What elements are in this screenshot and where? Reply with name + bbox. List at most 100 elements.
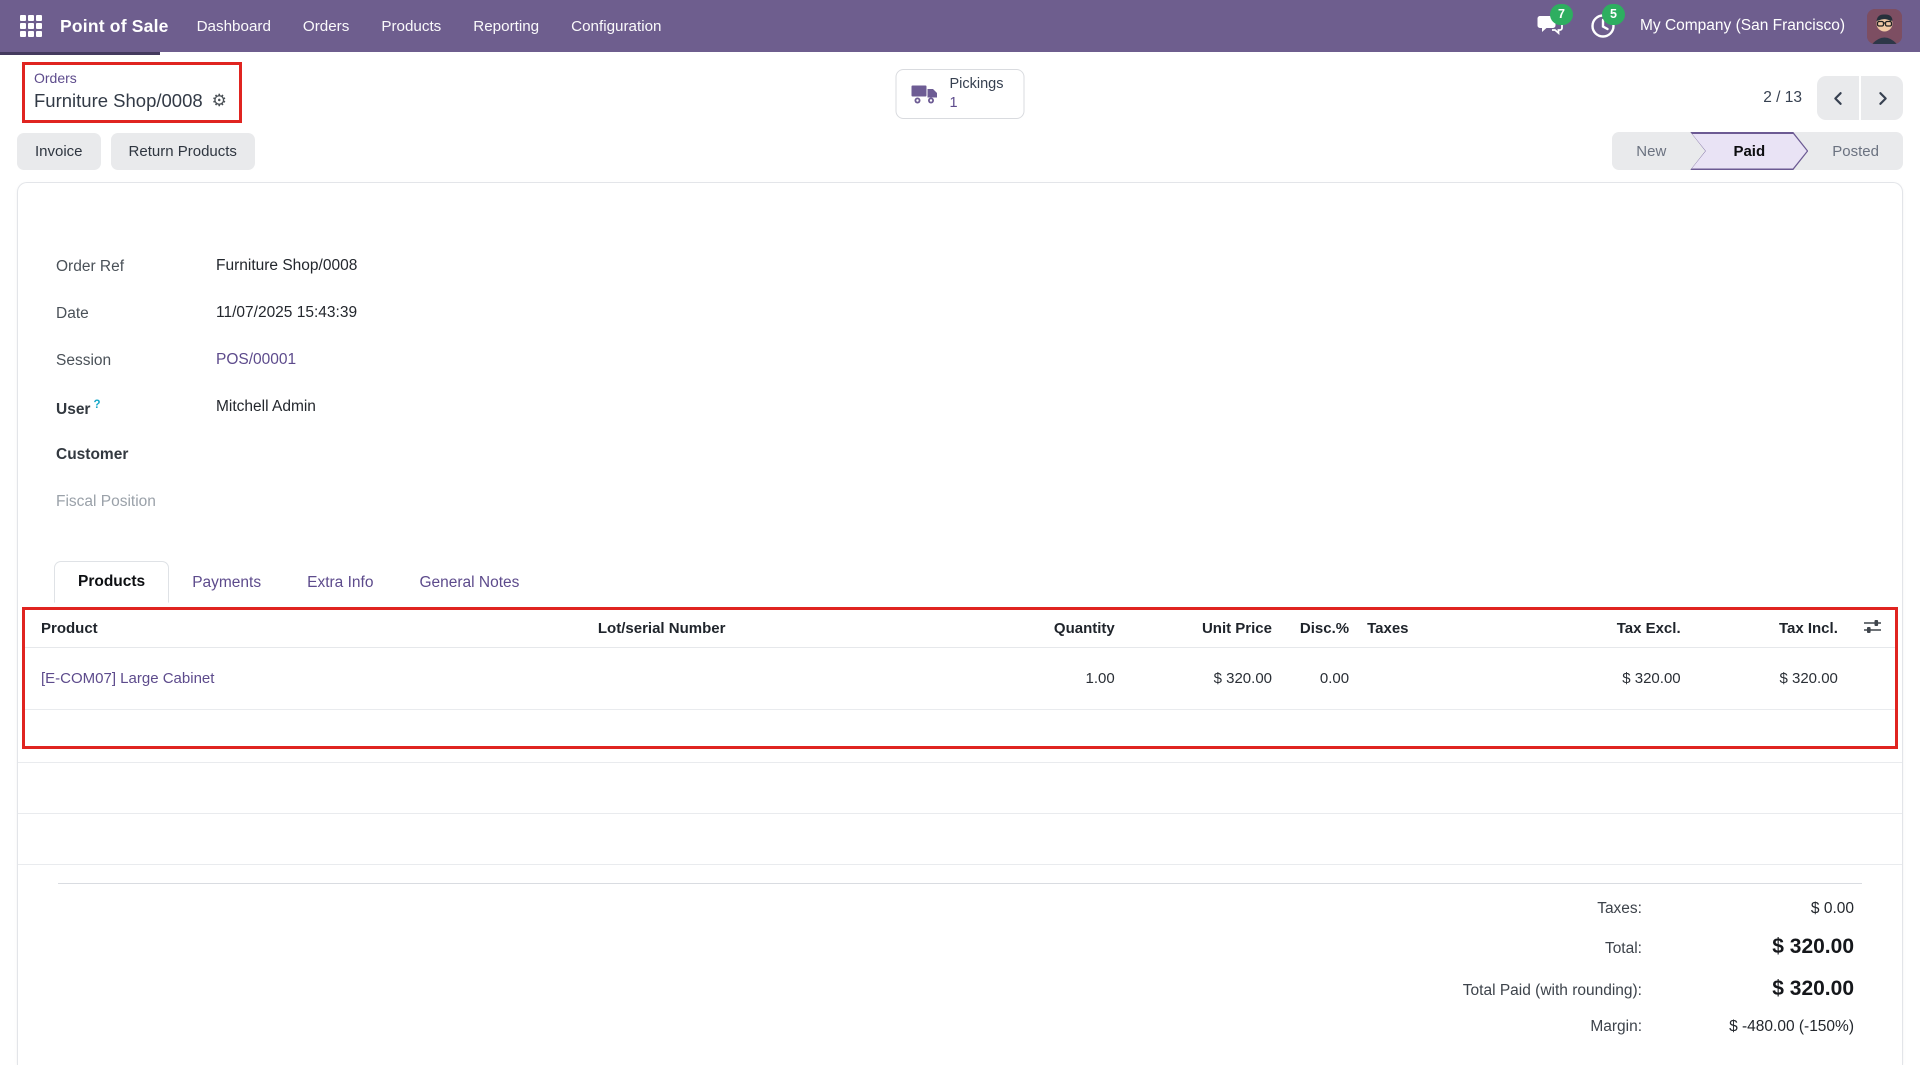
top-navbar: Point of Sale Dashboard Orders Products …: [0, 0, 1920, 52]
messages-icon[interactable]: 7: [1536, 4, 1573, 41]
column-header-taxes[interactable]: Taxes: [1361, 610, 1505, 648]
total-row-margin: Margin: $ -480.00 (-150%): [18, 1010, 1854, 1044]
taxes-value: $ 0.00: [1810, 899, 1854, 917]
column-header-options: [1849, 610, 1895, 648]
annotation-box-breadcrumb: Orders Furniture Shop/0008 ⚙︎: [22, 62, 242, 123]
table-empty-row: [25, 710, 1895, 746]
product-link[interactable]: [E-COM07] Large Cabinet: [41, 670, 214, 687]
notebook-tabs: Products Payments Extra Info General Not…: [54, 559, 1902, 603]
table-row[interactable]: [E-COM07] Large Cabinet 1.00 $ 320.00 0.…: [25, 647, 1895, 710]
empty-band: [18, 763, 1902, 814]
pager-previous-button[interactable]: [1817, 76, 1859, 120]
apps-grid-icon-glyph: [20, 15, 42, 37]
session-link[interactable]: POS/00001: [216, 351, 296, 369]
activities-badge: 5: [1601, 4, 1625, 25]
menu-dashboard[interactable]: Dashboard: [197, 18, 271, 35]
breadcrumb-orders-link[interactable]: Orders: [34, 69, 227, 89]
field-customer: Customer: [56, 445, 1902, 492]
app-name[interactable]: Point of Sale: [60, 16, 169, 37]
gear-icon[interactable]: ⚙︎: [212, 92, 227, 109]
total-row-taxes: Taxes: $ 0.00: [18, 892, 1854, 926]
pickings-smart-button[interactable]: Pickings 1: [895, 69, 1025, 119]
customer-label: Customer: [56, 446, 129, 463]
field-fiscal-position: Fiscal Position: [56, 492, 1902, 539]
total-row-paid: Total Paid (with rounding): $ 320.00: [18, 968, 1854, 1010]
tab-payments[interactable]: Payments: [169, 563, 284, 603]
date-label: Date: [56, 305, 89, 322]
menu-reporting[interactable]: Reporting: [473, 18, 539, 35]
chevron-right-icon: [1878, 91, 1887, 105]
column-settings-icon[interactable]: [1864, 619, 1881, 634]
empty-band: [18, 814, 1902, 865]
empty-band: [18, 749, 1902, 763]
table-header-row: Product Lot/serial Number Quantity Unit …: [25, 610, 1895, 648]
cell-taxes[interactable]: [1361, 647, 1505, 710]
status-step-paid[interactable]: Paid: [1690, 132, 1808, 170]
pickings-count: 1: [949, 94, 958, 111]
menu-products[interactable]: Products: [381, 18, 441, 35]
messages-badge: 7: [1549, 4, 1573, 25]
cell-tax-incl[interactable]: $ 320.00: [1692, 647, 1850, 710]
invoice-button[interactable]: Invoice: [17, 132, 101, 170]
cell-lot-serial[interactable]: [585, 647, 1007, 710]
help-icon[interactable]: ?: [93, 399, 100, 411]
pickings-label: Pickings: [949, 76, 1004, 92]
column-header-tax-excl[interactable]: Tax Excl.: [1504, 610, 1693, 648]
total-paid-value: $ 320.00: [1772, 976, 1854, 1000]
margin-label: Margin:: [1590, 1017, 1642, 1035]
avatar-image: [1867, 8, 1902, 44]
empty-list-area: [18, 749, 1902, 865]
column-header-lot-serial[interactable]: Lot/serial Number: [585, 610, 1007, 648]
apps-grid-icon[interactable]: [18, 13, 44, 39]
main-menu: Dashboard Orders Products Reporting Conf…: [197, 18, 662, 35]
annotation-box-products-table: Product Lot/serial Number Quantity Unit …: [22, 607, 1898, 749]
menu-configuration[interactable]: Configuration: [571, 18, 661, 35]
total-label: Total:: [1604, 939, 1642, 957]
field-date: Date 11/07/2025 15:43:39: [56, 304, 1902, 351]
field-user: User? Mitchell Admin: [56, 398, 1902, 445]
column-header-tax-incl[interactable]: Tax Incl.: [1692, 610, 1850, 648]
order-form-sheet: Order Ref Furniture Shop/0008 Date 11/07…: [17, 182, 1903, 1065]
control-panel: Orders Furniture Shop/0008 ⚙︎ Pickings 1…: [0, 52, 1920, 182]
tab-products[interactable]: Products: [54, 561, 170, 603]
activities-icon[interactable]: 5: [1588, 4, 1625, 41]
navbar-active-indicator: [0, 52, 160, 55]
column-header-unit-price[interactable]: Unit Price: [1126, 610, 1284, 648]
order-ref-value[interactable]: Furniture Shop/0008: [216, 257, 357, 275]
cell-quantity[interactable]: 1.00: [1006, 647, 1127, 710]
tab-extra-info[interactable]: Extra Info: [284, 563, 396, 603]
cell-unit-price[interactable]: $ 320.00: [1126, 647, 1284, 710]
fiscal-position-label: Fiscal Position: [56, 493, 156, 510]
field-order-ref: Order Ref Furniture Shop/0008: [56, 257, 1902, 304]
total-row-total: Total: $ 320.00: [18, 926, 1854, 968]
page-title: Furniture Shop/0008: [34, 89, 203, 111]
chevron-left-icon: [1833, 91, 1842, 105]
margin-value: $ -480.00 (-150%): [1729, 1017, 1854, 1035]
cell-discount[interactable]: 0.00: [1284, 647, 1362, 710]
total-value: $ 320.00: [1772, 934, 1854, 958]
cell-tax-excl[interactable]: $ 320.00: [1504, 647, 1693, 710]
return-products-button[interactable]: Return Products: [110, 132, 255, 170]
date-value[interactable]: 11/07/2025 15:43:39: [216, 304, 357, 322]
taxes-label: Taxes:: [1597, 899, 1642, 917]
order-ref-label: Order Ref: [56, 258, 125, 275]
status-step-new[interactable]: New: [1612, 132, 1690, 170]
pickings-text: Pickings 1: [950, 75, 1004, 113]
pager-next-button[interactable]: [1861, 76, 1903, 120]
field-session: Session POS/00001: [56, 351, 1902, 398]
tab-general-notes[interactable]: General Notes: [396, 563, 542, 603]
status-step-posted[interactable]: Posted: [1808, 132, 1903, 170]
column-header-discount[interactable]: Disc.%: [1284, 610, 1362, 648]
user-label: User?: [56, 399, 101, 419]
company-switcher[interactable]: My Company (San Francisco): [1640, 17, 1845, 35]
menu-orders[interactable]: Orders: [303, 18, 349, 35]
status-step-paid-label: Paid: [1692, 134, 1807, 169]
column-header-product[interactable]: Product: [25, 610, 586, 648]
user-value[interactable]: Mitchell Admin: [216, 398, 316, 416]
systray: 7 5 My Company (San Francisco): [1536, 4, 1902, 44]
truck-icon: [911, 85, 937, 104]
pager: 2 / 13: [1763, 62, 1903, 120]
user-avatar[interactable]: [1867, 8, 1902, 44]
breadcrumb: Furniture Shop/0008 ⚙︎: [34, 89, 227, 113]
column-header-quantity[interactable]: Quantity: [1006, 610, 1127, 648]
